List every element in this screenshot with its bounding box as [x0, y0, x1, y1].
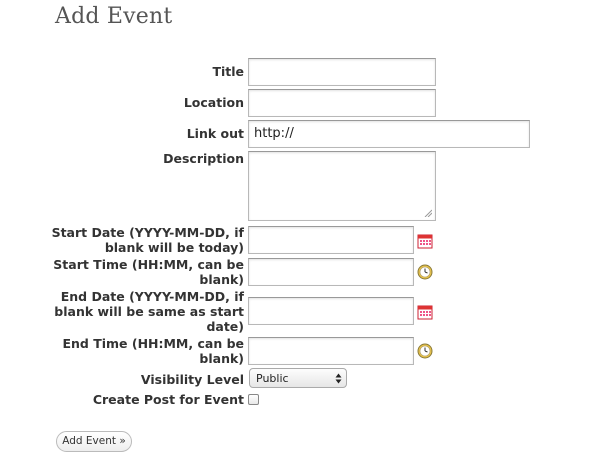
location-label: Location — [183, 95, 244, 110]
start-time-label-line: Start Time (HH:MM, can be — [53, 257, 244, 272]
start-time-input-value — [249, 264, 254, 279]
location-input[interactable] — [248, 89, 436, 117]
create-post-checkbox[interactable] — [248, 394, 259, 405]
end-date-input-value — [249, 303, 254, 318]
start-time-input[interactable] — [248, 258, 414, 286]
link-out-input[interactable]: http:// — [248, 120, 530, 148]
end-time-input-value — [249, 343, 254, 358]
visibility-select[interactable]: Public — [249, 368, 347, 388]
page-title: Add Event — [55, 4, 173, 29]
title-label: Title — [212, 64, 244, 79]
clock-icon[interactable] — [417, 343, 433, 359]
start-date-label-line: blank will be today) — [104, 240, 244, 255]
location-input-value — [249, 95, 254, 110]
create-post-label: Create Post for Event — [92, 392, 244, 407]
start-date-input-value — [249, 232, 254, 247]
clock-icon[interactable] — [417, 264, 433, 280]
end-time-input[interactable] — [248, 337, 414, 365]
start-date-label: Start Date (YYYY-MM-DD, if blank will be… — [52, 225, 244, 255]
resize-grip-icon[interactable] — [424, 209, 432, 217]
end-date-label-line: date) — [206, 319, 244, 334]
end-date-label: End Date (YYYY-MM-DD, if blank will be s… — [54, 289, 244, 334]
start-time-label-line: blank) — [199, 272, 244, 287]
end-date-input[interactable] — [248, 297, 414, 325]
select-arrows-icon — [335, 373, 342, 384]
end-date-label-line: End Date (YYYY-MM-DD, if — [60, 289, 244, 304]
description-label: Description — [163, 151, 244, 166]
visibility-label: Visibility Level — [140, 372, 244, 387]
link-out-input-value: http:// — [254, 126, 294, 141]
start-date-label-line: Start Date (YYYY-MM-DD, if — [51, 225, 244, 240]
title-input[interactable] — [248, 58, 436, 86]
end-time-label-line: End Time (HH:MM, can be — [62, 336, 244, 351]
link-out-label: Link out — [186, 126, 244, 141]
description-textarea-value — [249, 157, 254, 172]
end-date-label-line: blank will be same as start — [54, 304, 244, 319]
visibility-selected-value: Public — [256, 372, 289, 385]
end-time-label: End Time (HH:MM, can be blank) — [62, 336, 244, 366]
end-time-label-line: blank) — [199, 351, 244, 366]
start-time-label: Start Time (HH:MM, can be blank) — [53, 257, 244, 287]
title-input-value — [249, 64, 254, 79]
start-date-input[interactable] — [248, 226, 414, 254]
calendar-icon[interactable] — [417, 233, 433, 249]
description-textarea[interactable] — [248, 151, 436, 221]
add-event-button[interactable]: Add Event » — [56, 431, 132, 452]
calendar-icon[interactable] — [417, 304, 433, 320]
